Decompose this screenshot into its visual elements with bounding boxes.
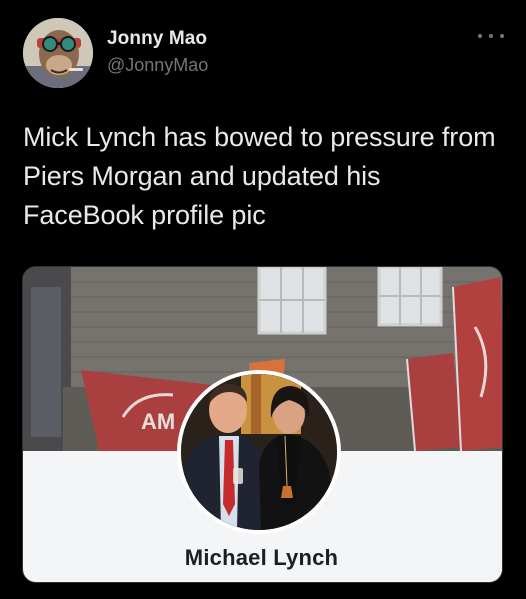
more-horizontal-icon-dot [500, 34, 504, 38]
author-display-name[interactable]: Jonny Mao [107, 28, 207, 50]
tweet-text: Mick Lynch has bowed to pressure from Pi… [23, 122, 496, 230]
facebook-profile-name: Michael Lynch [23, 545, 502, 571]
more-options-button[interactable] [478, 28, 504, 44]
author-avatar[interactable] [23, 18, 93, 88]
more-horizontal-icon-dot [489, 34, 493, 38]
facebook-profile-picture [177, 370, 341, 534]
author-handle[interactable]: @JonnyMao [107, 55, 208, 76]
tweet: Jonny Mao @JonnyMao Mick Lynch has bowed… [0, 0, 526, 599]
more-horizontal-icon [478, 34, 482, 38]
ape-avatar-icon [23, 18, 93, 88]
profile-photo-image [181, 374, 337, 530]
tweet-media-image[interactable]: AM Michael Lynch [22, 266, 503, 583]
flag-banner-text: AM [141, 409, 175, 434]
facebook-profile-name-text: Michael Lynch [184, 545, 339, 570]
